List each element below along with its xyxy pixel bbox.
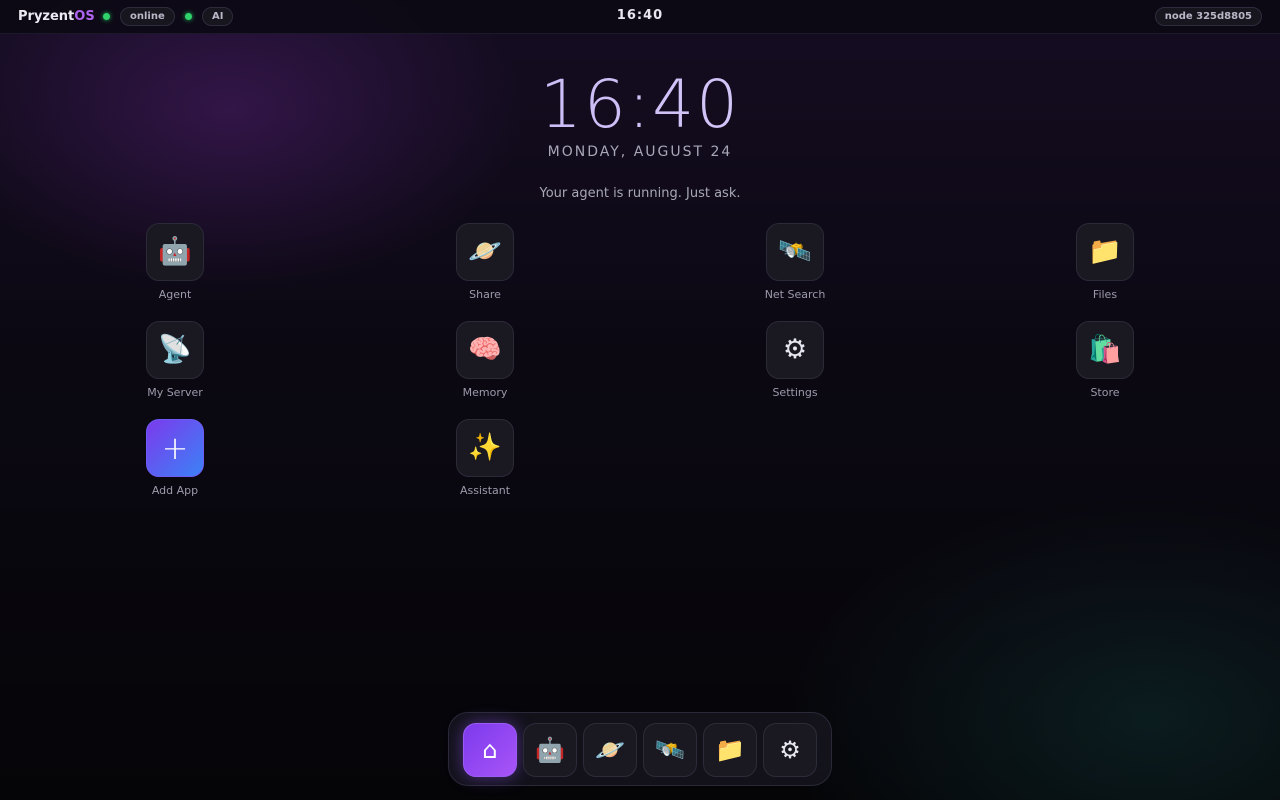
- app-label: Memory: [462, 386, 508, 399]
- plus-icon: +: [146, 419, 204, 477]
- agent-status-message: Your agent is running. Just ask.: [539, 186, 741, 201]
- planet-icon: 🪐: [595, 736, 625, 764]
- dock-files-button[interactable]: 📁: [703, 723, 757, 777]
- app-label: Agent: [158, 288, 192, 301]
- app-memory[interactable]: 🧠 Memory: [430, 321, 540, 399]
- app-label: Files: [1092, 288, 1118, 301]
- home-clock: 16:40: [0, 66, 1280, 143]
- app-label: Assistant: [459, 484, 511, 497]
- add-app-button[interactable]: + Add App: [120, 419, 230, 497]
- app-net-search[interactable]: 🛰️ Net Search: [740, 223, 850, 301]
- brain-icon: 🧠: [456, 321, 514, 379]
- app-settings[interactable]: ⚙ Settings: [740, 321, 850, 399]
- topbar-clock: 16:40: [616, 8, 664, 23]
- home-date: MONDAY, AUGUST 24: [547, 144, 733, 160]
- gear-icon: ⚙: [766, 321, 824, 379]
- dock-settings-button[interactable]: ⚙: [763, 723, 817, 777]
- folder-icon: 📁: [715, 736, 745, 764]
- robot-icon: 🤖: [146, 223, 204, 281]
- home-icon: ⌂: [482, 736, 498, 764]
- app-label: Net Search: [764, 288, 826, 301]
- app-agent[interactable]: 🤖 Agent: [120, 223, 230, 301]
- top-bar: PryzentOS online AI 16:40 node 325d8805: [0, 0, 1280, 34]
- dock-net-search-button[interactable]: 🛰️: [643, 723, 697, 777]
- app-share[interactable]: 🪐 Share: [430, 223, 540, 301]
- app-label: Add App: [151, 484, 199, 497]
- satellite-icon: 🛰️: [766, 223, 824, 281]
- sparkles-icon: ✨: [456, 419, 514, 477]
- app-label: Store: [1090, 386, 1120, 399]
- app-label: Settings: [772, 386, 818, 399]
- folder-icon: 📁: [1076, 223, 1134, 281]
- dock-home-button[interactable]: ⌂: [463, 723, 517, 777]
- app-my-server[interactable]: 📡 My Server: [120, 321, 230, 399]
- robot-icon: 🤖: [535, 736, 565, 764]
- app-assistant[interactable]: ✨ Assistant: [430, 419, 540, 497]
- app-label: Share: [469, 288, 501, 301]
- dock-share-button[interactable]: 🪐: [583, 723, 637, 777]
- dock: ⌂ 🤖 🪐 🛰️ 📁 ⚙: [448, 712, 832, 786]
- app-store[interactable]: 🛍️ Store: [1050, 321, 1160, 399]
- gear-icon: ⚙: [779, 736, 801, 764]
- satellite-dish-icon: 📡: [146, 321, 204, 379]
- app-label: My Server: [147, 386, 203, 399]
- node-id-badge: node 325d8805: [1154, 7, 1262, 26]
- planet-icon: 🪐: [456, 223, 514, 281]
- dock-agent-button[interactable]: 🤖: [523, 723, 577, 777]
- app-files[interactable]: 📁 Files: [1050, 223, 1160, 301]
- satellite-icon: 🛰️: [655, 736, 685, 764]
- shopping-bags-icon: 🛍️: [1076, 321, 1134, 379]
